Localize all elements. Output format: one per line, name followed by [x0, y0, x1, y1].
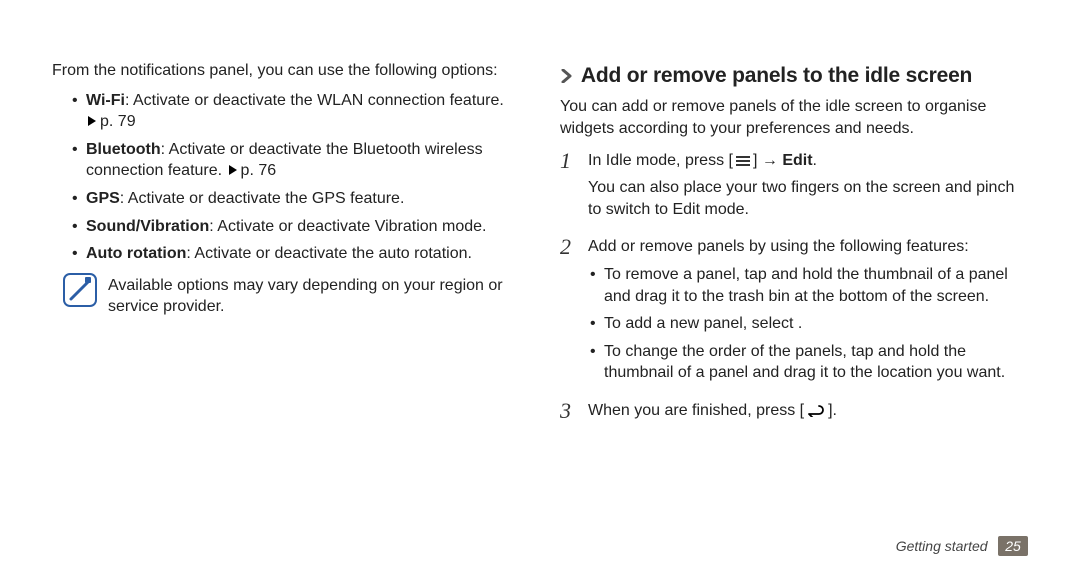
page-ref: p. 79: [100, 111, 136, 133]
play-icon: [88, 116, 96, 126]
step-number: 2: [560, 236, 578, 390]
step-body: When you are finished, press [].: [588, 400, 1028, 428]
option-auto-rotation: Auto rotation: Activate or deactivate th…: [52, 243, 520, 265]
option-wifi: Wi-Fi: Activate or deactivate the WLAN c…: [52, 90, 520, 133]
step-text: ].: [828, 402, 837, 419]
option-label: Sound/Vibration: [86, 218, 209, 235]
step-text: When you are finished, press [: [588, 402, 804, 419]
page-footer: Getting started 25: [52, 528, 1028, 556]
back-key-icon: [805, 405, 827, 417]
step-number: 1: [560, 150, 578, 227]
step-1-line: In Idle mode, press [ ] → Edit.: [588, 150, 1028, 172]
option-bluetooth: Bluetooth: Activate or deactivate the Bl…: [52, 139, 520, 182]
left-column: From the notifications panel, you can us…: [52, 60, 520, 528]
option-label: GPS: [86, 190, 120, 207]
note-icon: [63, 273, 97, 307]
note-text: Available options may vary depending on …: [108, 273, 520, 318]
manual-page: From the notifications panel, you can us…: [0, 0, 1080, 586]
step-1-extra: You can also place your two fingers on t…: [588, 177, 1028, 220]
option-text: : Activate or deactivate Vibration mode.: [209, 218, 486, 235]
step-body: Add or remove panels by using the follow…: [588, 236, 1028, 390]
option-text: : Activate or deactivate the WLAN connec…: [125, 92, 504, 109]
notifications-intro: From the notifications panel, you can us…: [52, 60, 520, 82]
two-column-layout: From the notifications panel, you can us…: [52, 60, 1028, 528]
chevron-right-icon: [560, 69, 574, 83]
step-body: In Idle mode, press [ ] → Edit. You can a…: [588, 150, 1028, 227]
option-label: Auto rotation: [86, 245, 186, 262]
sub-bullet: To add a new panel, select .: [588, 313, 1028, 335]
step-text: In Idle mode, press [: [588, 152, 733, 169]
step-2-lead: Add or remove panels by using the follow…: [588, 236, 1028, 258]
step-text: .: [813, 152, 817, 169]
step-number: 3: [560, 400, 578, 428]
step-3: 3 When you are finished, press [].: [560, 400, 1028, 428]
option-sound-vibration: Sound/Vibration: Activate or deactivate …: [52, 216, 520, 238]
page-number: 25: [998, 536, 1028, 556]
option-text: : Activate or deactivate the GPS feature…: [120, 190, 405, 207]
heading-text: Add or remove panels to the idle screen: [581, 64, 972, 87]
step-1: 1 In Idle mode, press [ ] → Edit. You can…: [560, 150, 1028, 227]
option-text: : Activate or deactivate the auto rotati…: [186, 245, 472, 262]
step-2-bullets: To remove a panel, tap and hold the thum…: [588, 264, 1028, 384]
right-column: Add or remove panels to the idle screen …: [560, 60, 1028, 528]
sub-bullet: To change the order of the panels, tap a…: [588, 341, 1028, 384]
edit-label: Edit: [782, 152, 812, 169]
step-2: 2 Add or remove panels by using the foll…: [560, 236, 1028, 390]
sub-bullet: To remove a panel, tap and hold the thum…: [588, 264, 1028, 307]
section-intro: You can add or remove panels of the idle…: [560, 96, 1028, 139]
option-label: Bluetooth: [86, 141, 161, 158]
section-heading: Add or remove panels to the idle screen: [560, 62, 1028, 90]
options-list: Wi-Fi: Activate or deactivate the WLAN c…: [52, 90, 520, 265]
section-name: Getting started: [896, 538, 988, 554]
step-text: ] →: [753, 152, 782, 169]
option-gps: GPS: Activate or deactivate the GPS feat…: [52, 188, 520, 210]
step-3-line: When you are finished, press [].: [588, 400, 1028, 422]
steps-list: 1 In Idle mode, press [ ] → Edit. You can…: [560, 150, 1028, 428]
menu-key-icon: [734, 155, 752, 167]
note: Available options may vary depending on …: [52, 273, 520, 318]
play-icon: [229, 165, 237, 175]
page-ref: p. 76: [241, 160, 277, 182]
option-label: Wi-Fi: [86, 92, 125, 109]
